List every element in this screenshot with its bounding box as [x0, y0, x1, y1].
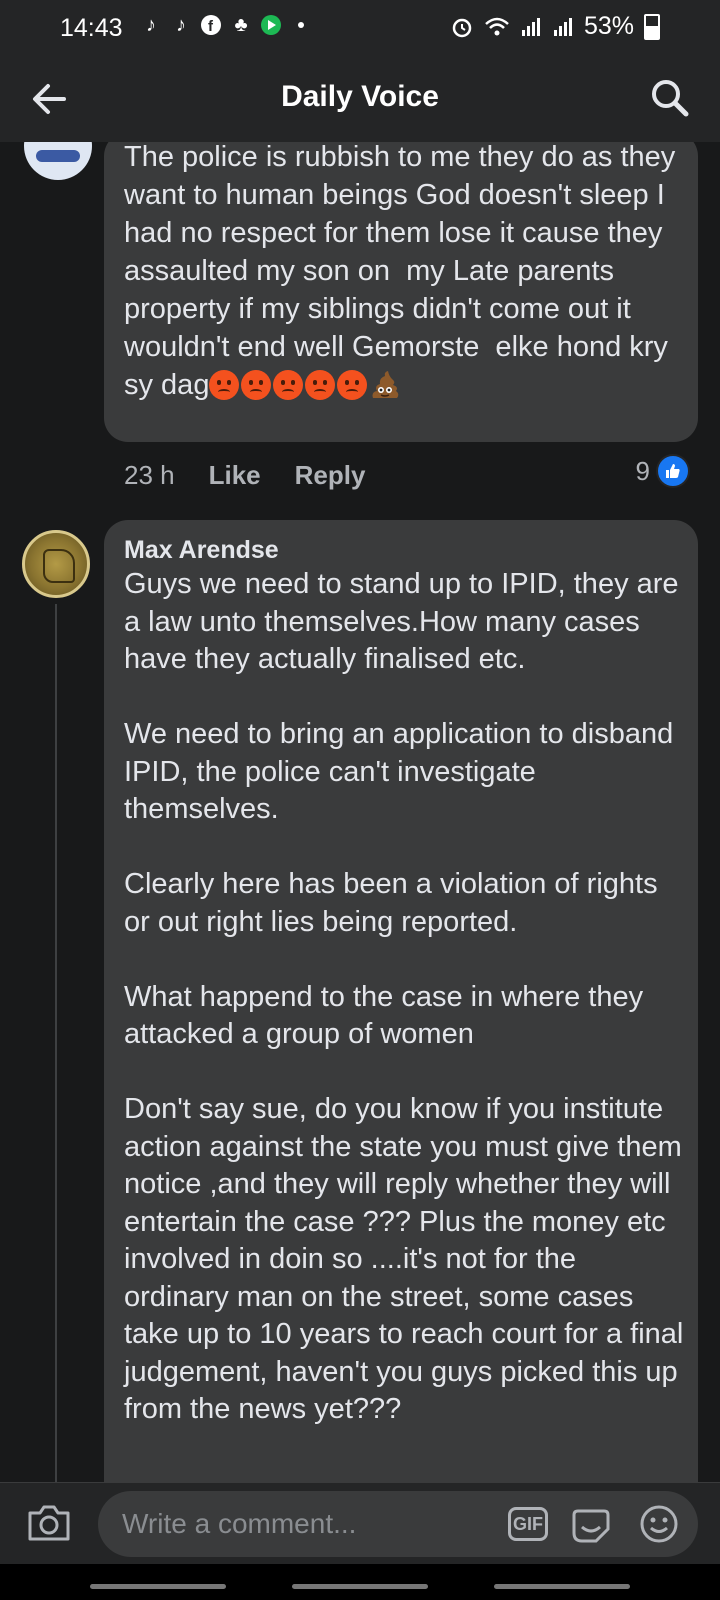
thread-line: [55, 604, 57, 1482]
comment-text: The police is rubbish to me they do as t…: [124, 142, 684, 401]
reaction-summary[interactable]: 9: [636, 454, 690, 488]
battery-percent: 53%: [583, 12, 634, 40]
angry-face-emoji: [305, 370, 336, 400]
comment-author[interactable]: Max Arendse: [124, 536, 279, 565]
nav-home-button[interactable]: [292, 1584, 428, 1589]
comment-bubble[interactable]: Max Arendse Guys we need to stand up to …: [104, 520, 698, 1482]
angry-face-emoji: [241, 370, 272, 400]
system-icons: 53%: [450, 12, 660, 41]
facebook-icon: f: [200, 14, 222, 36]
angry-face-emoji: [273, 370, 304, 400]
angry-face-emoji: [337, 370, 368, 400]
comment-input-box[interactable]: GIF: [98, 1491, 698, 1557]
avatar[interactable]: [24, 142, 92, 180]
comment-actions: 23 h Like Reply: [124, 460, 365, 491]
reply-button[interactable]: Reply: [295, 460, 366, 491]
notification-icons: ♪ ♪ f ♣: [140, 14, 304, 36]
status-bar: 14:43 ♪ ♪ f ♣ 53%: [0, 0, 720, 56]
app-header: Daily Voice: [0, 56, 720, 142]
tiktok-icon: ♪: [146, 14, 156, 36]
app-icon: ♣: [234, 14, 248, 36]
camera-icon[interactable]: [26, 1503, 72, 1543]
gif-icon[interactable]: GIF: [508, 1507, 548, 1541]
comments-list[interactable]: The police is rubbish to me they do as t…: [0, 142, 720, 1482]
play-icon: [260, 14, 282, 36]
signal-icon: [553, 17, 572, 36]
dot-icon: [298, 22, 304, 28]
comment-bubble[interactable]: The police is rubbish to me they do as t…: [104, 142, 698, 442]
comment-composer: GIF: [0, 1482, 720, 1565]
tiktok-icon: ♪: [176, 14, 186, 36]
wifi-icon: [485, 17, 509, 35]
reaction-count: 9: [635, 455, 650, 486]
search-icon[interactable]: [648, 76, 692, 120]
signal-icon: [521, 17, 540, 36]
like-button[interactable]: Like: [209, 460, 261, 491]
angry-face-emoji: [209, 370, 240, 400]
comment-input[interactable]: [120, 1503, 484, 1545]
avatar[interactable]: [22, 530, 90, 598]
battery-icon: [644, 13, 660, 40]
sticker-icon[interactable]: [570, 1505, 612, 1545]
comment-time: 23 h: [124, 460, 175, 490]
emoji-icon[interactable]: [638, 1503, 680, 1545]
status-time: 14:43: [60, 14, 123, 42]
thumbs-up-icon: [656, 454, 690, 488]
pile-of-poo-emoji: [372, 371, 399, 398]
nav-recents-button[interactable]: [90, 1584, 226, 1589]
page-title: Daily Voice: [281, 80, 439, 113]
system-nav-bar: [0, 1564, 720, 1600]
alarm-icon: [452, 18, 472, 37]
comment-text: Guys we need to stand up to IPID, they a…: [124, 568, 684, 1425]
nav-back-button[interactable]: [494, 1584, 630, 1589]
